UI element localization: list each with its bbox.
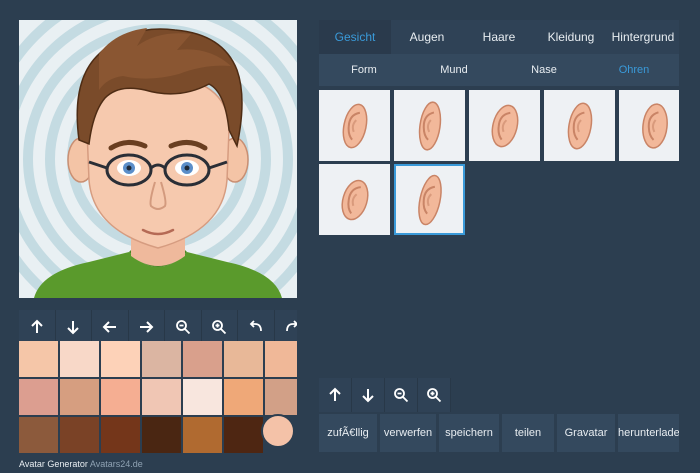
zoom-out-icon: [394, 388, 409, 403]
color-swatch[interactable]: [19, 417, 58, 453]
color-swatch[interactable]: [142, 417, 181, 453]
color-swatch[interactable]: [224, 379, 263, 415]
color-swatch[interactable]: [101, 379, 140, 415]
tab-kleidung[interactable]: Kleidung: [535, 20, 607, 54]
random-button[interactable]: zufÃ€llig: [319, 414, 377, 452]
zoom-in-button[interactable]: [202, 310, 238, 344]
feature-zoom-in-button[interactable]: [418, 378, 451, 412]
color-swatch[interactable]: [142, 341, 181, 377]
arrow-left-icon: [102, 321, 116, 333]
gravatar-button[interactable]: Gravatar: [557, 414, 615, 452]
avatar-preview: [19, 20, 297, 298]
save-button[interactable]: speichern: [439, 414, 499, 452]
tab-augen[interactable]: Augen: [391, 20, 463, 54]
color-swatch[interactable]: [224, 417, 263, 453]
color-swatch[interactable]: [19, 379, 58, 415]
ear-icon: [340, 179, 369, 220]
rotate-left-button[interactable]: [238, 310, 275, 344]
main-tabs: Gesicht Augen Haare Kleidung Hintergrund: [319, 20, 679, 54]
footer-title: Avatar Generator: [19, 459, 88, 469]
ear-icon: [418, 100, 441, 151]
color-swatch[interactable]: [142, 379, 181, 415]
redo-icon: [286, 320, 297, 332]
sub-tabs: Form Mund Nase Ohren: [319, 54, 679, 86]
ear-icon: [417, 174, 442, 225]
ear-option[interactable]: [469, 90, 540, 161]
ear-icon: [641, 102, 668, 149]
color-swatch[interactable]: [183, 417, 222, 453]
color-swatch[interactable]: [265, 341, 297, 377]
arrow-up-icon: [329, 387, 341, 401]
ear-icon: [491, 104, 518, 147]
arrow-up-icon: [31, 319, 43, 333]
ear-option[interactable]: [394, 90, 465, 161]
discard-button[interactable]: verwerfen: [380, 414, 436, 452]
action-bar: zufÃ€llig verwerfen speichern teilen Gra…: [319, 414, 679, 452]
move-left-button[interactable]: [92, 310, 129, 344]
ear-option[interactable]: [544, 90, 615, 161]
tab-gesicht[interactable]: Gesicht: [319, 20, 391, 54]
feature-down-button[interactable]: [352, 378, 385, 412]
color-swatch[interactable]: [265, 379, 297, 415]
ear-option[interactable]: [619, 90, 679, 161]
arrow-down-icon: [362, 389, 374, 403]
color-swatch[interactable]: [224, 341, 263, 377]
avatar-position-toolbar: [19, 310, 297, 344]
ear-icon: [567, 102, 592, 149]
footer-site-link[interactable]: Avatars24.de: [90, 459, 143, 469]
download-button[interactable]: herunterladen: [618, 414, 679, 452]
feature-position-toolbar: [319, 378, 451, 412]
feature-zoom-out-button[interactable]: [385, 378, 418, 412]
subtab-nase[interactable]: Nase: [499, 54, 589, 86]
ear-option[interactable]: [319, 164, 390, 235]
avatar-illustration: [19, 20, 297, 298]
tab-haare[interactable]: Haare: [463, 20, 535, 54]
subtab-form[interactable]: Form: [319, 54, 409, 86]
tab-hintergrund[interactable]: Hintergrund: [607, 20, 679, 54]
rotate-right-button[interactable]: [275, 310, 297, 344]
move-right-button[interactable]: [129, 310, 165, 344]
undo-icon: [249, 320, 262, 332]
zoom-out-icon: [175, 320, 190, 335]
move-down-button[interactable]: [56, 310, 92, 344]
color-swatch[interactable]: [183, 379, 222, 415]
subtab-ohren[interactable]: Ohren: [589, 54, 679, 86]
feature-up-button[interactable]: [319, 378, 352, 412]
color-swatch[interactable]: [60, 379, 99, 415]
arrow-down-icon: [67, 321, 79, 335]
ear-option[interactable]: [394, 164, 465, 235]
color-swatch[interactable]: [183, 341, 222, 377]
color-swatch[interactable]: [101, 417, 140, 453]
color-swatch[interactable]: [60, 341, 99, 377]
share-button[interactable]: teilen: [502, 414, 554, 452]
swatch-row: [19, 379, 297, 415]
color-swatch[interactable]: [101, 341, 140, 377]
zoom-in-icon: [212, 320, 227, 335]
swatch-row: [19, 417, 297, 453]
swatch-row: [19, 341, 297, 377]
subtab-mund[interactable]: Mund: [409, 54, 499, 86]
ear-options-grid: [319, 90, 679, 240]
zoom-out-button[interactable]: [165, 310, 202, 344]
skin-color-palette: [19, 341, 297, 453]
color-swatch[interactable]: [19, 341, 58, 377]
selected-color-indicator: [261, 414, 295, 448]
zoom-in-icon: [427, 388, 442, 403]
color-swatch[interactable]: [60, 417, 99, 453]
ear-option[interactable]: [319, 90, 390, 161]
footer: Avatar Generator Avatars24.de: [19, 459, 143, 469]
move-up-button[interactable]: [19, 310, 56, 344]
ear-icon: [342, 103, 367, 148]
arrow-right-icon: [140, 321, 154, 333]
